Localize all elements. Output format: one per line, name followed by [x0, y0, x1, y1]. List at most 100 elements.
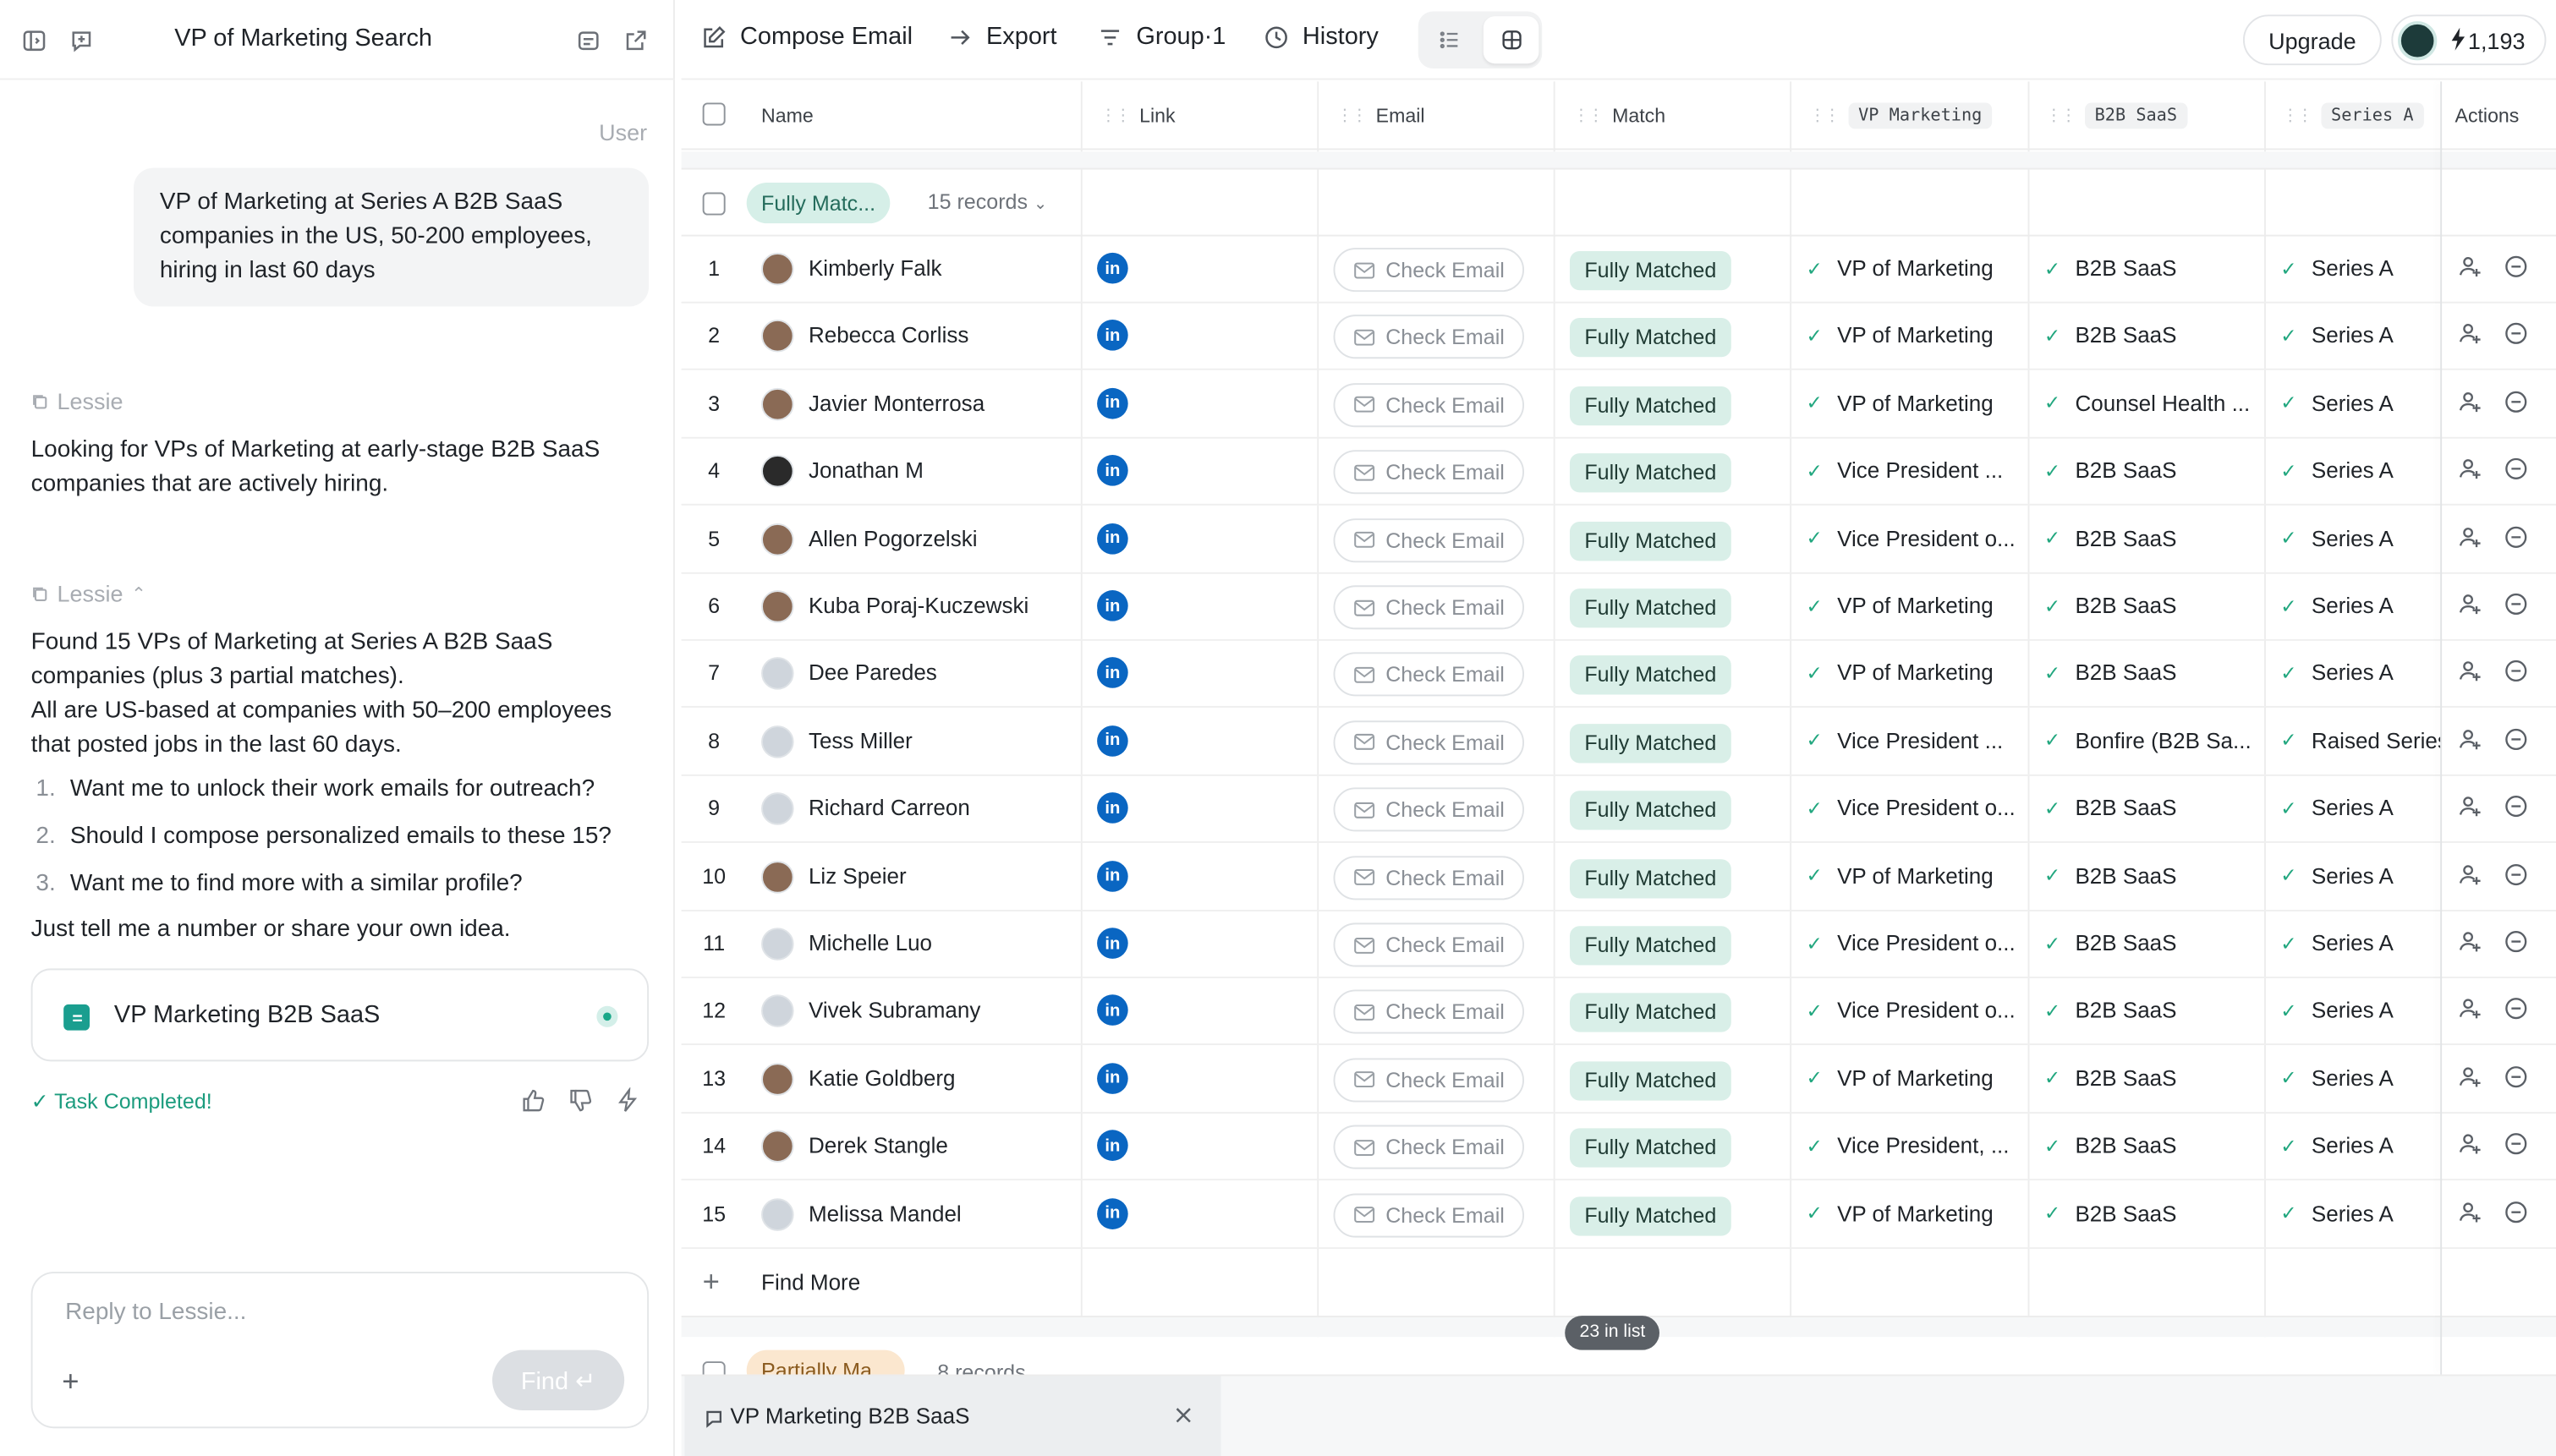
series-a-cell[interactable]: ✓ Series A: [2280, 594, 2440, 618]
remove-icon[interactable]: [2504, 862, 2530, 888]
list-view-icon[interactable]: [1422, 16, 1478, 63]
remove-icon[interactable]: [2504, 660, 2530, 686]
add-contact-icon[interactable]: [2458, 255, 2484, 281]
remove-icon[interactable]: [2504, 727, 2530, 753]
vp-marketing-cell[interactable]: ✓ Vice President ...: [1806, 729, 2018, 753]
reply-composer[interactable]: Reply to Lessie... + Find ↵: [30, 1272, 650, 1429]
linkedin-icon[interactable]: in: [1097, 792, 1128, 824]
series-a-cell[interactable]: ✓ Series A: [2280, 1134, 2440, 1158]
group-header-fully-matched[interactable]: Fully Matc... 15 records ⌄: [681, 170, 2556, 237]
vp-marketing-cell[interactable]: ✓ VP of Marketing: [1806, 1201, 2018, 1225]
add-contact-icon[interactable]: [2458, 457, 2484, 483]
series-a-cell[interactable]: ✓ Series A: [2280, 863, 2440, 888]
table-row[interactable]: 6 Kuba Poraj-Kuczewski in Check Email Fully …: [681, 574, 2556, 641]
new-chat-icon[interactable]: [65, 25, 98, 57]
group-pill[interactable]: Fully Matc...: [746, 182, 891, 224]
table-row[interactable]: 10 Liz Speier in Check Email Fully Matched ✓ V…: [681, 844, 2556, 911]
linkedin-icon[interactable]: in: [1097, 860, 1128, 891]
vp-marketing-cell[interactable]: ✓ Vice President o...: [1806, 999, 2018, 1023]
history-button[interactable]: History: [1264, 23, 1379, 51]
vp-marketing-cell[interactable]: ✓ VP of Marketing: [1806, 661, 2018, 686]
upgrade-button[interactable]: Upgrade: [2242, 14, 2382, 66]
person-name[interactable]: Tess Miller: [809, 729, 913, 753]
remove-icon[interactable]: [2504, 997, 2530, 1023]
check-email-button[interactable]: Check Email: [1333, 1192, 1525, 1237]
vp-marketing-cell[interactable]: ✓ Vice President o...: [1806, 796, 2018, 820]
linkedin-icon[interactable]: in: [1097, 995, 1128, 1026]
table-row[interactable]: 13 Katie Goldberg in Check Email Fully Match…: [681, 1047, 2556, 1114]
person-name[interactable]: Derek Stangle: [809, 1134, 948, 1158]
remove-icon[interactable]: [2504, 794, 2530, 820]
b2b-saas-cell[interactable]: ✓ B2B SaaS: [2044, 931, 2257, 955]
linkedin-icon[interactable]: in: [1097, 320, 1128, 352]
add-contact-icon[interactable]: [2458, 794, 2484, 820]
remove-icon[interactable]: [2504, 389, 2530, 415]
add-contact-icon[interactable]: [2458, 592, 2484, 618]
b2b-saas-cell[interactable]: ✓ B2B SaaS: [2044, 1201, 2257, 1225]
check-email-button[interactable]: Check Email: [1333, 517, 1525, 562]
linkedin-icon[interactable]: in: [1097, 455, 1128, 486]
remove-icon[interactable]: [2504, 524, 2530, 550]
remove-icon[interactable]: [2504, 255, 2530, 281]
linkedin-icon[interactable]: in: [1097, 1197, 1128, 1229]
b2b-saas-cell[interactable]: ✓ B2B SaaS: [2044, 1134, 2257, 1158]
add-contact-icon[interactable]: [2458, 727, 2484, 753]
person-name[interactable]: Javier Monterrosa: [809, 391, 985, 415]
table-row[interactable]: 11 Michelle Luo in Check Email Fully Matched…: [681, 911, 2556, 978]
person-name[interactable]: Vivek Subramany: [809, 999, 980, 1023]
table-row[interactable]: 14 Derek Stangle in Check Email Fully Matche…: [681, 1114, 2556, 1181]
export-button[interactable]: Export: [947, 23, 1057, 51]
check-email-button[interactable]: Check Email: [1333, 382, 1525, 427]
person-name[interactable]: Allen Pogorzelski: [809, 526, 978, 550]
series-a-cell[interactable]: ✓ Series A: [2280, 1066, 2440, 1091]
b2b-saas-cell[interactable]: ✓ B2B SaaS: [2044, 1066, 2257, 1091]
series-a-cell[interactable]: ✓ Series A: [2280, 458, 2440, 483]
drag-handle-icon[interactable]: ⋮⋮: [1100, 107, 1132, 124]
linkedin-icon[interactable]: in: [1097, 590, 1128, 621]
b2b-saas-cell[interactable]: ✓ B2B SaaS: [2044, 458, 2257, 483]
series-a-cell[interactable]: ✓ Series A: [2280, 391, 2440, 415]
expand-icon[interactable]: ⌃: [131, 583, 146, 604]
b2b-saas-cell[interactable]: ✓ B2B SaaS: [2044, 863, 2257, 888]
check-email-button[interactable]: Check Email: [1333, 653, 1525, 698]
person-name[interactable]: Dee Paredes: [809, 661, 937, 686]
linkedin-icon[interactable]: in: [1097, 387, 1128, 419]
vp-marketing-cell[interactable]: ✓ Vice President o...: [1806, 931, 2018, 955]
bottom-tab-active[interactable]: VP Marketing B2B SaaS: [684, 1376, 1221, 1456]
vp-marketing-cell[interactable]: ✓ VP of Marketing: [1806, 1066, 2018, 1091]
b2b-saas-cell[interactable]: ✓ Counsel Health ...: [2044, 391, 2257, 415]
check-email-button[interactable]: Check Email: [1333, 855, 1525, 900]
group-count[interactable]: 15 records ⌄: [928, 189, 1048, 214]
vp-marketing-cell[interactable]: ✓ VP of Marketing: [1806, 391, 2018, 415]
vp-marketing-cell[interactable]: ✓ VP of Marketing: [1806, 324, 2018, 348]
thumbs-up-icon[interactable]: [520, 1087, 550, 1117]
column-header-series-a[interactable]: ⋮⋮ Series A: [2282, 81, 2424, 150]
task-card[interactable]: VP Marketing B2B SaaS: [30, 968, 650, 1062]
linkedin-icon[interactable]: in: [1097, 1062, 1128, 1094]
avatar[interactable]: [2398, 21, 2438, 61]
regenerate-icon[interactable]: [615, 1087, 644, 1117]
b2b-saas-cell[interactable]: ✓ B2B SaaS: [2044, 594, 2257, 618]
check-email-button[interactable]: Check Email: [1333, 720, 1525, 764]
column-header-name[interactable]: Name: [761, 81, 814, 150]
group-checkbox[interactable]: [702, 192, 726, 216]
grid-view-icon[interactable]: [1483, 16, 1539, 64]
check-email-button[interactable]: Check Email: [1333, 450, 1525, 495]
table-view-icon[interactable]: [572, 25, 605, 57]
series-a-cell[interactable]: ✓ Raised Series: [2280, 729, 2440, 753]
table-row[interactable]: 9 Richard Carreon in Check Email Fully Match…: [681, 776, 2556, 844]
remove-icon[interactable]: [2504, 322, 2530, 348]
drag-handle-icon[interactable]: ⋮⋮: [2046, 107, 2077, 124]
group-button[interactable]: Group·1: [1097, 23, 1226, 51]
remove-icon[interactable]: [2504, 1199, 2530, 1225]
column-header-email[interactable]: ⋮⋮ Email: [1336, 81, 1424, 150]
column-header-vp-marketing[interactable]: ⋮⋮ VP Marketing: [1809, 81, 1992, 150]
add-contact-icon[interactable]: [2458, 1132, 2484, 1158]
series-a-cell[interactable]: ✓ Series A: [2280, 796, 2440, 820]
drag-handle-icon[interactable]: ⋮⋮: [1573, 107, 1604, 124]
add-contact-icon[interactable]: [2458, 660, 2484, 686]
vp-marketing-cell[interactable]: ✓ VP of Marketing: [1806, 594, 2018, 618]
thumbs-down-icon[interactable]: [568, 1087, 597, 1117]
b2b-saas-cell[interactable]: ✓ B2B SaaS: [2044, 661, 2257, 686]
check-email-button[interactable]: Check Email: [1333, 1058, 1525, 1103]
